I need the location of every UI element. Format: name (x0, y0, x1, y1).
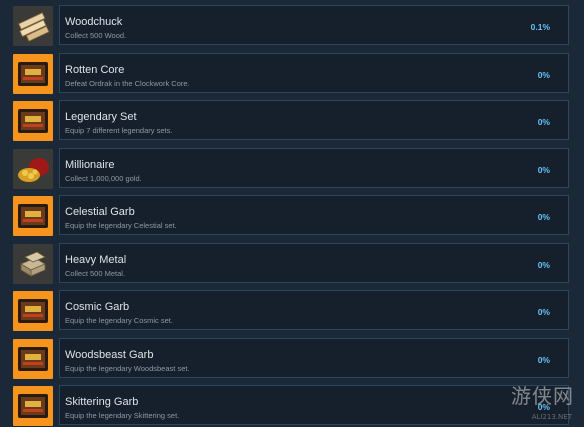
achievement-title: Rotten Core (65, 63, 125, 76)
achievement-description: Collect 500 Wood. (65, 31, 127, 40)
achievement-row[interactable]: Celestial Garb Equip the legendary Celes… (11, 193, 572, 236)
achievement-list: Woodchuck Collect 500 Wood. 0.1% Rotten … (11, 3, 572, 427)
achievement-percent: 0% (537, 259, 550, 270)
metal-ingots-icon (13, 243, 53, 284)
achievement-card: Woodchuck Collect 500 Wood. 0.1% (59, 5, 569, 45)
achievement-title: Millionaire (65, 158, 115, 171)
achievement-description: Collect 1,000,000 gold. (65, 173, 142, 183)
achievement-percent: 0.1% (530, 22, 550, 32)
wood-planks-icon (13, 6, 53, 46)
watermark-url: ALI213.NET (531, 413, 572, 421)
achievement-description: Equip the legendary Woodsbeast set. (65, 363, 190, 373)
achievement-title: Legendary Set (65, 111, 137, 123)
achievement-row[interactable]: Woodchuck Collect 500 Wood. 0.1% (11, 3, 572, 46)
achievement-description: Collect 500 Metal. (65, 268, 126, 278)
orange-badge-icon (13, 53, 53, 94)
achievement-row[interactable]: Cosmic Garb Equip the legendary Cosmic s… (11, 288, 572, 331)
achievement-card: Woodsbeast Garb Equip the legendary Wood… (59, 337, 569, 378)
achievement-description: Equip 7 different legendary sets. (65, 126, 173, 135)
achievement-percent: 0% (537, 117, 550, 127)
achievement-percent: 0% (537, 212, 550, 222)
achievement-card: Celestial Garb Equip the legendary Celes… (59, 195, 569, 235)
achievement-row[interactable]: Skittering Garb Equip the legendary Skit… (11, 383, 572, 426)
orange-badge-icon (13, 101, 53, 141)
achievement-title: Woodchuck (65, 16, 123, 28)
achievement-row[interactable]: Millionaire Collect 1,000,000 gold. 0% (11, 146, 572, 189)
achievement-card: Skittering Garb Equip the legendary Skit… (59, 385, 569, 425)
orange-badge-icon (13, 386, 53, 426)
orange-badge-icon (13, 196, 53, 236)
gold-coins-icon (13, 148, 53, 189)
achievement-title: Skittering Garb (65, 396, 139, 408)
achievement-title: Woodsbeast Garb (65, 348, 154, 361)
achievement-percent: 0% (537, 69, 550, 80)
achievement-row[interactable]: Heavy Metal Collect 500 Metal. 0% (11, 241, 572, 284)
achievement-card: Legendary Set Equip 7 different legendar… (59, 100, 569, 140)
achievement-card: Heavy Metal Collect 500 Metal. 0% (59, 242, 569, 283)
achievement-row[interactable]: Legendary Set Equip 7 different legendar… (11, 98, 572, 141)
achievement-row[interactable]: Rotten Core Defeat Ordrak in the Clockwo… (11, 51, 572, 94)
achievement-card: Millionaire Collect 1,000,000 gold. 0% (59, 147, 569, 188)
orange-badge-icon (13, 338, 53, 379)
achievements-page: Woodchuck Collect 500 Wood. 0.1% Rotten … (0, 0, 584, 427)
achievement-row[interactable]: Woodsbeast Garb Equip the legendary Wood… (11, 336, 572, 379)
achievement-title: Cosmic Garb (65, 301, 130, 313)
achievement-percent: 0% (537, 354, 550, 365)
achievement-description: Equip the legendary Cosmic set. (65, 316, 173, 325)
achievement-title: Celestial Garb (65, 206, 135, 218)
achievement-percent: 0% (537, 307, 550, 317)
achievement-title: Heavy Metal (65, 253, 127, 266)
achievement-description: Defeat Ordrak in the Clockwork Core. (65, 78, 190, 88)
achievement-description: Equip the legendary Celestial set. (65, 221, 177, 230)
achievement-card: Rotten Core Defeat Ordrak in the Clockwo… (59, 52, 569, 93)
watermark-logo: 游侠网 (511, 384, 574, 408)
achievement-description: Equip the legendary Skittering set. (65, 411, 180, 420)
orange-badge-icon (13, 291, 53, 331)
achievement-card: Cosmic Garb Equip the legendary Cosmic s… (59, 290, 569, 330)
achievement-percent: 0% (537, 164, 550, 175)
